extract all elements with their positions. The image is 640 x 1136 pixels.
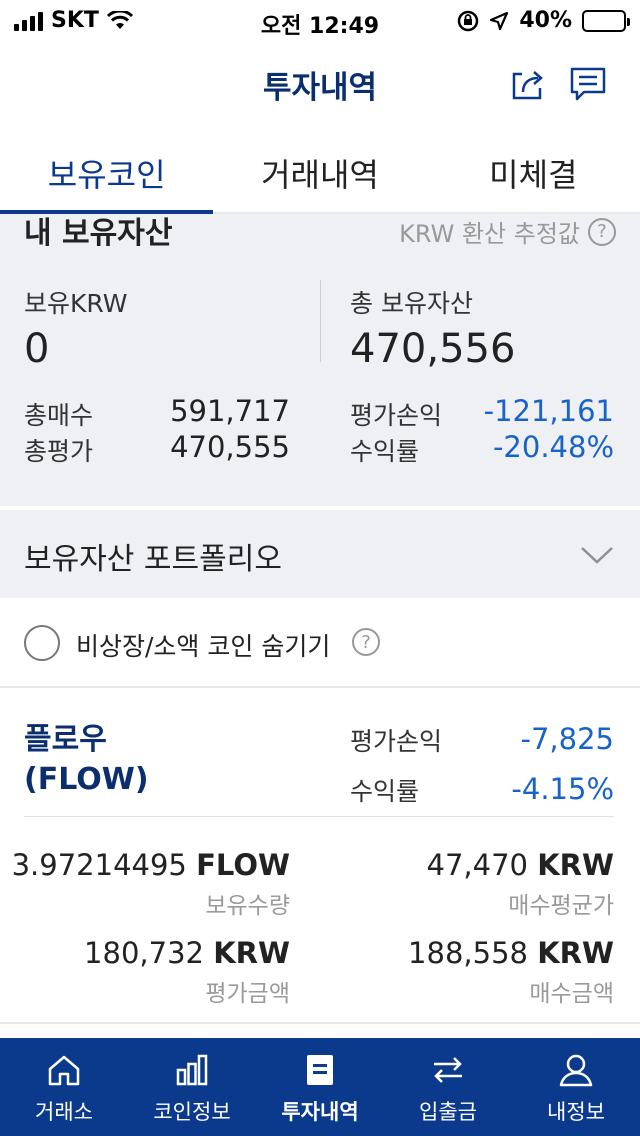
coin-return-label: 수익률 xyxy=(350,777,420,806)
status-bar: SKT 오전 12:49 40% xyxy=(0,0,640,42)
orientation-lock-icon xyxy=(458,10,479,31)
return-label: 수익률 xyxy=(350,437,420,466)
tab-unfilled[interactable]: 미체결 xyxy=(427,124,640,212)
user-icon xyxy=(559,1054,593,1087)
message-icon[interactable] xyxy=(568,64,608,104)
total-assets-value: 470,556 xyxy=(350,326,516,372)
transfer-icon xyxy=(434,1057,462,1083)
buy-amount-label: 매수금액 xyxy=(529,981,614,1007)
coin-return-value: -4.15% xyxy=(511,772,614,806)
nav-exchange[interactable]: 거래소 xyxy=(0,1038,128,1136)
total-eval-value: 470,555 xyxy=(170,430,290,464)
hide-small-coins-row: 비상장/소액 코인 숨기기 ? xyxy=(0,598,640,688)
total-eval-label: 총평가 xyxy=(24,437,94,466)
total-assets-label: 총 보유자산 xyxy=(350,289,473,318)
status-right: 40% xyxy=(457,8,630,33)
hide-small-coins-label[interactable]: 비상장/소액 코인 숨기기 xyxy=(76,627,330,663)
coin-pnl-value: -7,825 xyxy=(520,722,615,756)
coin-card[interactable]: 플로우 (FLOW) 평가손익 -7,825 수익률 -4.15% 3.9721… xyxy=(0,690,640,1024)
nav-investment-history-label: 투자내역 xyxy=(281,1100,359,1124)
holding-quantity-label: 보유수량 xyxy=(205,893,290,919)
coin-name: 플로우 (FLOW) xyxy=(24,720,149,800)
assets-summary: 내 보유자산 KRW 환산 추정값 ? 보유KRW 0 총 보유자산 470,5… xyxy=(0,214,640,506)
coin-pnl-label: 평가손익 xyxy=(350,727,443,756)
home-icon xyxy=(48,1055,80,1086)
total-buy-label: 총매수 xyxy=(24,401,94,430)
nav-exchange-label: 거래소 xyxy=(35,1100,93,1124)
nav-deposit-withdraw-label: 입출금 xyxy=(419,1100,477,1124)
app-header: 투자내역 xyxy=(0,42,640,124)
bottom-nav: 거래소 코인정보 투자내역 입출금 내정보 xyxy=(0,1038,640,1136)
nav-my-info-label: 내정보 xyxy=(547,1100,605,1124)
holding-quantity: 3.97214495 FLOW xyxy=(11,848,290,882)
chevron-down-icon xyxy=(581,547,613,564)
nav-coin-info-label: 코인정보 xyxy=(153,1100,231,1124)
coin-divider xyxy=(24,816,614,817)
portfolio-title: 보유자산 포트폴리오 xyxy=(24,542,282,577)
coin-name-kr: 플로우 xyxy=(24,722,107,757)
summary-heading: 내 보유자산 xyxy=(24,216,173,251)
battery-percent: 40% xyxy=(519,8,572,33)
krw-estimate-label: KRW 환산 추정값 xyxy=(399,220,580,248)
evaluation-amount: 180,732 KRW xyxy=(84,936,290,970)
location-icon xyxy=(490,11,509,30)
krw-balance-label: 보유KRW xyxy=(24,289,128,318)
buy-amount: 188,558 KRW xyxy=(408,936,614,970)
nav-coin-info[interactable]: 코인정보 xyxy=(128,1038,256,1136)
help-icon[interactable]: ? xyxy=(352,628,380,656)
pnl-value: -121,161 xyxy=(483,394,614,428)
average-buy-price: 47,470 KRW xyxy=(426,848,615,882)
krw-balance-value: 0 xyxy=(24,326,50,372)
bar-chart-icon xyxy=(176,1054,208,1086)
coin-symbol: (FLOW) xyxy=(24,762,149,797)
share-icon[interactable] xyxy=(508,64,548,104)
krw-estimate-note: KRW 환산 추정값 ? xyxy=(399,214,616,249)
portfolio-toggle[interactable]: 보유자산 포트폴리오 xyxy=(0,508,640,598)
nav-investment-history[interactable]: 투자내역 xyxy=(256,1038,384,1136)
average-buy-price-label: 매수평균가 xyxy=(508,893,614,919)
tab-holdings[interactable]: 보유코인 xyxy=(0,124,214,214)
summary-divider xyxy=(320,280,321,362)
tab-bar: 보유코인 거래내역 미체결 xyxy=(0,124,640,214)
hide-small-coins-radio[interactable] xyxy=(24,625,60,661)
pnl-label: 평가손익 xyxy=(350,401,443,430)
evaluation-amount-label: 평가금액 xyxy=(205,981,290,1007)
document-icon xyxy=(307,1055,333,1085)
help-icon[interactable]: ? xyxy=(588,217,616,246)
nav-deposit-withdraw[interactable]: 입출금 xyxy=(384,1038,512,1136)
return-value: -20.48% xyxy=(492,430,614,464)
battery-icon xyxy=(582,9,630,32)
nav-my-info[interactable]: 내정보 xyxy=(512,1038,640,1136)
total-buy-value: 591,717 xyxy=(170,394,290,428)
tab-trade-history[interactable]: 거래내역 xyxy=(213,124,426,212)
